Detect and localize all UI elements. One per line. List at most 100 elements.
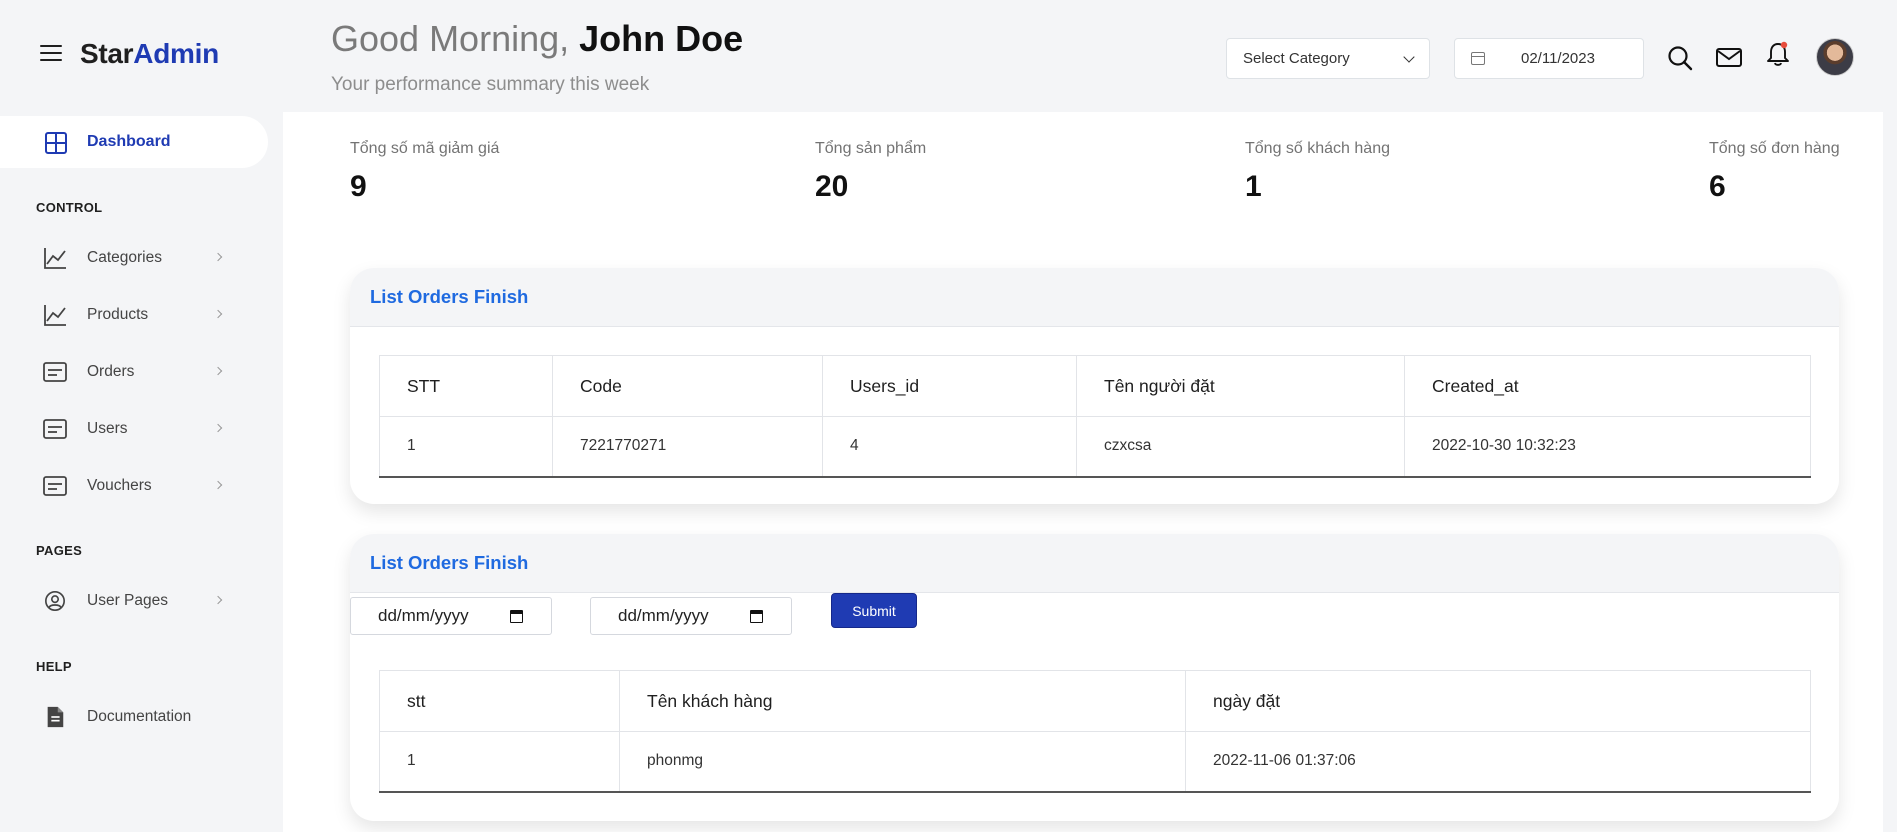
table-cell: czxcsa (1076, 416, 1405, 478)
table-cell: 4 (822, 416, 1077, 478)
sidebar-item-label: Users (87, 420, 128, 437)
sidebar-section-pages: PAGES (36, 543, 83, 558)
date-picker[interactable]: 02/11/2023 (1454, 38, 1644, 79)
date-value: 02/11/2023 (1521, 50, 1595, 67)
card-title: List Orders Finish (370, 286, 529, 307)
table-row[interactable]: 1 phonmg 2022-11-06 01:37:06 (379, 731, 1811, 793)
category-select[interactable]: Select Category (1226, 38, 1430, 79)
column-header[interactable]: Tên người đặt (1076, 355, 1405, 417)
sidebar-item-user-pages[interactable]: User Pages (0, 578, 268, 624)
sidebar-item-users[interactable]: Users (0, 406, 268, 452)
sidebar-item-label: Documentation (87, 708, 192, 725)
date-to-placeholder: dd/mm/yyyy (618, 606, 709, 625)
orders-by-date-card: List Orders Finish dd/mm/yyyy dd/mm/yyyy… (350, 534, 1839, 821)
card-header: List Orders Finish (350, 534, 1839, 593)
calendar-icon[interactable] (510, 610, 523, 623)
menu-toggle-icon[interactable] (40, 45, 62, 61)
sidebar-item-documentation[interactable]: Documentation (0, 694, 268, 740)
orders-finish-table: STT Code Users_id Tên người đặt Created_… (379, 355, 1811, 478)
table-cell: 1 (379, 416, 553, 478)
stat-title: Tổng số đơn hàng (1709, 140, 1840, 157)
chevron-right-icon (213, 252, 223, 262)
brand-part-1: Star (80, 38, 134, 69)
date-to-input[interactable]: dd/mm/yyyy (590, 597, 792, 635)
mail-icon[interactable] (1715, 44, 1743, 72)
table-row[interactable]: 1 7221770271 4 czxcsa 2022-10-30 10:32:2… (379, 416, 1811, 478)
table-header-row: STT Code Users_id Tên người đặt Created_… (379, 355, 1811, 417)
bell-icon[interactable] (1764, 40, 1792, 68)
stat-value: 9 (350, 170, 367, 203)
table-header-row: stt Tên khách hàng ngày đặt (379, 670, 1811, 732)
column-header[interactable]: Created_at (1404, 355, 1811, 417)
sidebar-item-categories[interactable]: Categories (0, 235, 268, 281)
chevron-right-icon (213, 595, 223, 605)
greeting-prefix: Good Morning, (331, 18, 580, 59)
table-cell: 2022-11-06 01:37:06 (1185, 731, 1811, 793)
user-circle-icon (45, 591, 65, 611)
sidebar-section-help: HELP (36, 659, 72, 674)
chevron-right-icon (213, 366, 223, 376)
chart-line-icon (44, 305, 66, 326)
card-icon (43, 476, 67, 496)
column-header[interactable]: stt (379, 670, 620, 732)
stat-value: 6 (1709, 170, 1726, 203)
stat-customers: Tổng số khách hàng 1 (1245, 140, 1390, 204)
calendar-icon[interactable] (750, 610, 763, 623)
card-title: List Orders Finish (370, 552, 529, 573)
column-header[interactable]: Users_id (822, 355, 1077, 417)
sidebar-item-label: Vouchers (87, 477, 152, 494)
sidebar-item-label: Categories (87, 249, 162, 266)
orders-finish-card: List Orders Finish STT Code Users_id Tên… (350, 268, 1839, 504)
document-icon (47, 706, 64, 728)
sidebar-item-label: Dashboard (87, 133, 171, 150)
sidebar-item-products[interactable]: Products (0, 292, 268, 338)
brand-logo[interactable]: StarAdmin (80, 38, 219, 70)
table-cell: 7221770271 (552, 416, 823, 478)
sidebar-item-label: Products (87, 306, 149, 323)
column-header[interactable]: Code (552, 355, 823, 417)
grid-icon (45, 132, 67, 154)
stat-title: Tổng sản phẩm (815, 140, 927, 157)
column-header[interactable]: STT (379, 355, 553, 417)
stat-vouchers: Tổng số mã giảm giá 9 (350, 140, 499, 204)
user-avatar[interactable] (1816, 38, 1854, 76)
scrollbar[interactable] (1883, 112, 1897, 832)
sidebar-item-label: User Pages (87, 592, 168, 609)
brand-part-2: Admin (133, 38, 219, 69)
chevron-right-icon (213, 309, 223, 319)
stat-value: 20 (815, 170, 849, 203)
column-header[interactable]: ngày đặt (1185, 670, 1811, 732)
chevron-right-icon (213, 423, 223, 433)
sidebar-section-control: CONTROL (36, 200, 103, 215)
card-icon (43, 362, 67, 382)
table-cell: phonmg (619, 731, 1186, 793)
card-icon (43, 419, 67, 439)
sidebar-item-label: Orders (87, 363, 135, 380)
chart-line-icon (44, 248, 66, 269)
sidebar-item-dashboard[interactable]: Dashboard (0, 116, 268, 168)
chevron-right-icon (213, 480, 223, 490)
stat-value: 1 (1245, 170, 1262, 203)
stat-products: Tổng sản phẩm 20 (815, 140, 926, 204)
table-cell: 2022-10-30 10:32:23 (1404, 416, 1811, 478)
sidebar-item-orders[interactable]: Orders (0, 349, 268, 395)
page-subtitle: Your performance summary this week (331, 74, 650, 95)
user-name: John Doe (579, 18, 744, 59)
submit-button[interactable]: Submit (831, 593, 917, 628)
column-header[interactable]: Tên khách hàng (619, 670, 1186, 732)
stat-orders: Tổng số đơn hàng 6 (1709, 140, 1840, 204)
sidebar: Dashboard CONTROL Categories Products Or… (0, 112, 268, 832)
chevron-down-icon (1403, 50, 1415, 63)
date-from-input[interactable]: dd/mm/yyyy (350, 597, 552, 635)
orders-by-date-table: stt Tên khách hàng ngày đặt 1 phonmg 202… (379, 670, 1811, 793)
search-icon[interactable] (1666, 44, 1694, 72)
date-from-placeholder: dd/mm/yyyy (378, 606, 469, 625)
category-select-value: Select Category (1243, 50, 1350, 67)
top-navbar: StarAdmin Good Morning, John Doe Your pe… (0, 0, 1897, 112)
page-greeting: Good Morning, John Doe (331, 18, 743, 60)
table-cell: 1 (379, 731, 620, 793)
stat-title: Tổng số mã giảm giá (350, 140, 500, 157)
sidebar-item-vouchers[interactable]: Vouchers (0, 463, 268, 509)
card-header: List Orders Finish (350, 268, 1839, 327)
stat-title: Tổng số khách hàng (1245, 140, 1390, 157)
